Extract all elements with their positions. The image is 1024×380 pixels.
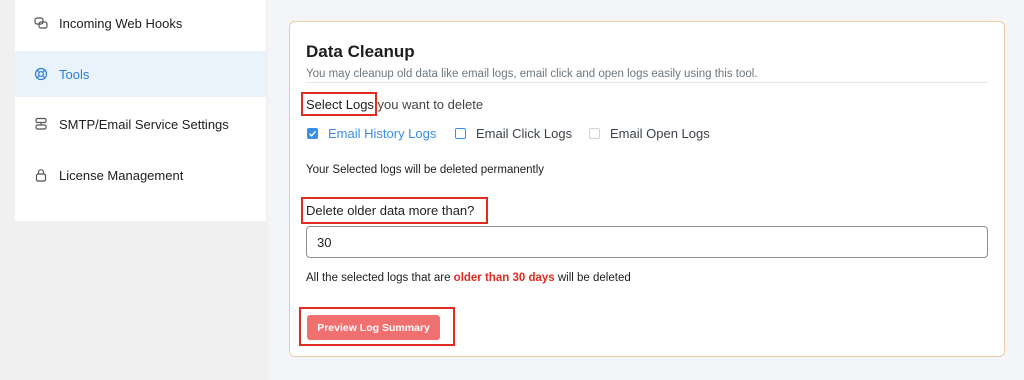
lifebuoy-icon (34, 67, 48, 81)
checkbox-email-history-logs[interactable]: Email History Logs (307, 126, 436, 141)
checkbox-email-click-logs[interactable]: Email Click Logs (455, 126, 572, 141)
sidebar-item-label: Tools (59, 66, 90, 82)
sidebar-item-label: License Management (59, 167, 184, 183)
page-title: Data Cleanup (306, 42, 415, 61)
warning-suffix: will be deleted (554, 272, 631, 284)
settings-sidebar: Incoming Web Hooks Tools SMTP/Email Serv… (15, 0, 266, 221)
highlight-box-preview-button (299, 307, 455, 346)
sidebar-item-label: Incoming Web Hooks (59, 15, 183, 31)
select-logs-rest: you want to delete (373, 97, 484, 112)
sidebar-item-incoming-web-hooks[interactable]: Incoming Web Hooks (15, 0, 266, 46)
days-input[interactable] (306, 226, 988, 258)
delete-warning: All the selected logs that are older tha… (306, 272, 631, 284)
sidebar-item-tools[interactable]: Tools (15, 51, 266, 97)
server-icon (34, 117, 48, 131)
lock-icon (34, 168, 48, 182)
permanent-delete-note: Your Selected logs will be deleted perma… (306, 164, 545, 176)
divider (306, 82, 988, 83)
checkbox-checked-icon (307, 128, 318, 139)
sidebar-item-smtp-settings[interactable]: SMTP/Email Service Settings (15, 101, 266, 147)
page-subtitle: You may cleanup old data like email logs… (306, 68, 758, 80)
sidebar-item-license-management[interactable]: License Management (15, 152, 266, 198)
warning-prefix: All the selected logs that are (306, 272, 454, 284)
checkbox-label: Email History Logs (328, 126, 437, 141)
warning-highlight: older than 30 days (453, 272, 555, 284)
checkbox-email-open-logs[interactable]: Email Open Logs (589, 126, 710, 141)
checkbox-empty-icon (455, 128, 466, 139)
checkbox-empty-icon (589, 128, 600, 139)
checkbox-label: Email Open Logs (610, 126, 710, 141)
highlight-box-select-logs (301, 92, 377, 116)
webhook-icon (34, 16, 48, 30)
highlight-box-older-data (301, 197, 488, 224)
sidebar-item-label: SMTP/Email Service Settings (59, 116, 229, 132)
checkbox-label: Email Click Logs (476, 126, 573, 141)
